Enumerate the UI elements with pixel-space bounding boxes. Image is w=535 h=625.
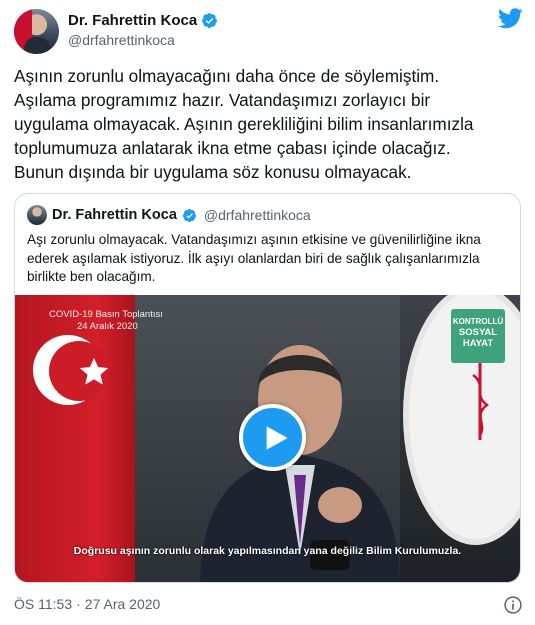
quoted-author-avatar — [27, 205, 47, 225]
twitter-bird-icon[interactable] — [498, 8, 523, 29]
video-corner-logo: KONTROLLÜ SOSYAL HAYAT — [451, 309, 505, 363]
meta-separator: · — [76, 596, 81, 612]
quoted-author-display-name: Dr. Fahrettin Koca — [52, 207, 177, 223]
quoted-tweet[interactable]: Dr. Fahrettin Koca @drfahrettinkoca Aşı … — [14, 193, 521, 583]
play-icon — [266, 426, 288, 450]
quoted-tweet-header: Dr. Fahrettin Koca @drfahrettinkoca — [27, 205, 311, 225]
video-caption-line1: COVID-19 Basın Toplantısı — [49, 309, 163, 320]
info-icon[interactable] — [503, 595, 523, 615]
play-button[interactable] — [239, 404, 306, 471]
video-logo-line2: SOSYAL — [458, 327, 498, 338]
video-logo-line1: KONTROLLÜ — [452, 317, 504, 326]
author-display-name[interactable]: Dr. Fahrettin Koca — [68, 12, 197, 29]
quoted-tweet-text: Aşı zorunlu olmayacak. Vatandaşımızı aşı… — [27, 232, 481, 284]
verified-badge-icon — [202, 13, 218, 28]
verified-badge-icon — [182, 208, 196, 222]
video-caption: COVID-19 Basın Toplantısı 24 Aralık 2020 — [49, 309, 163, 333]
author-handle[interactable]: @drfahrettinkoca — [68, 32, 175, 48]
video-emblem-symbol — [472, 360, 490, 440]
video-logo-line3: HAYAT — [462, 338, 494, 349]
video-caption-line2: 24 Aralık 2020 — [77, 321, 138, 332]
avatar-figure — [24, 37, 50, 54]
quoted-author-handle: @drfahrettinkoca — [203, 207, 311, 223]
tweet-date[interactable]: 27 Ara 2020 — [85, 596, 161, 612]
video-player[interactable]: KONTROLLÜ SOSYAL HAYAT COVID-19 Basın To… — [15, 295, 520, 582]
tweet-text: Aşının zorunlu olmayacağını daha önce de… — [14, 66, 474, 182]
video-subtitle: Doğrusu aşının zorunlu olarak yapılmasın… — [73, 545, 462, 557]
video-flag-star — [79, 357, 109, 385]
tweet-metadata: ÖS 11:53 · 27 Ara 2020 — [14, 596, 160, 612]
tweet-time[interactable]: ÖS 11:53 — [14, 596, 72, 612]
tweet-card: Dr. Fahrettin Koca @drfahrettinkoca Aşın… — [0, 0, 535, 625]
author-name-row: Dr. Fahrettin Koca — [68, 12, 218, 29]
author-avatar[interactable] — [14, 9, 59, 54]
